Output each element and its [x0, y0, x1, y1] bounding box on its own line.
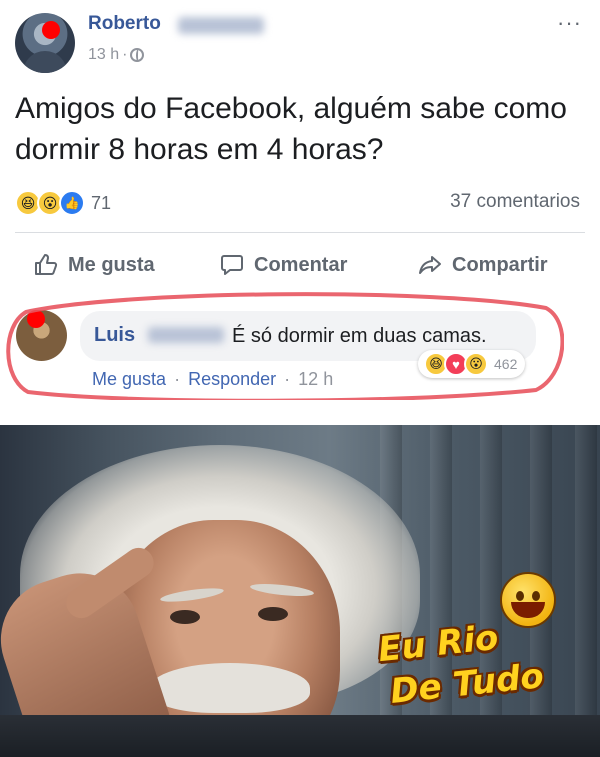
eye — [170, 610, 200, 624]
like-label: Me gusta — [68, 253, 155, 276]
comment-button[interactable]: Comentar — [220, 253, 347, 277]
post-text: Amigos do Facebook, alguém sabe como dor… — [15, 92, 567, 166]
einstein-mustache — [150, 663, 310, 713]
thumbs-up-icon — [35, 254, 58, 275]
reaction-count: 71 — [91, 192, 112, 213]
like-reaction-icon: 👍 — [59, 190, 85, 216]
comment-reply-link[interactable]: Responder — [188, 369, 276, 389]
privacy-redaction-dot — [42, 21, 60, 39]
comment-meta: Me gusta · Responder · 12 h — [92, 369, 333, 390]
more-options-icon[interactable]: ··· — [557, 10, 582, 36]
post-action-bar: Me gusta Comentar Compartir — [0, 244, 600, 288]
facebook-post: Roberto 13 h · ··· Amigos do Facebook, a… — [0, 0, 600, 420]
comment-label: Comentar — [254, 253, 348, 276]
globe-icon — [130, 48, 145, 62]
comments-count-link[interactable]: 37 comentarios — [450, 191, 580, 213]
comment-author-name[interactable]: Luis — [94, 324, 135, 347]
share-label: Compartir — [452, 253, 548, 276]
post-reactions[interactable]: 😆 😮 👍 71 — [15, 190, 111, 216]
meta-separator: · — [122, 46, 128, 63]
eye — [258, 607, 288, 621]
author-surname-blur — [178, 17, 264, 34]
comment-reaction-count: 462 — [494, 356, 518, 372]
like-button[interactable]: Me gusta — [34, 253, 155, 277]
post-time[interactable]: 13 h — [88, 46, 119, 64]
comment-time[interactable]: 12 h — [298, 369, 333, 389]
comment-reactions[interactable]: 😆 ♥ 😮 462 — [418, 350, 526, 378]
suit — [0, 715, 600, 757]
divider — [15, 232, 585, 233]
comment-like-link[interactable]: Me gusta — [92, 369, 166, 389]
wow-reaction-icon: 😮 — [464, 352, 488, 376]
commenter-surname-blur — [148, 327, 224, 343]
share-button[interactable]: Compartir — [418, 253, 548, 277]
privacy-redaction-dot — [27, 310, 45, 328]
share-arrow-icon — [419, 256, 441, 274]
laughing-face-logo-icon — [500, 572, 556, 628]
post-meta: 13 h · — [88, 46, 145, 64]
comment-text: É só dormir em duas camas. — [232, 325, 487, 347]
post-author-name[interactable]: Roberto — [88, 13, 161, 35]
meta-separator: · — [174, 369, 181, 389]
meta-separator: · — [284, 369, 291, 389]
speech-bubble-icon — [221, 255, 243, 275]
